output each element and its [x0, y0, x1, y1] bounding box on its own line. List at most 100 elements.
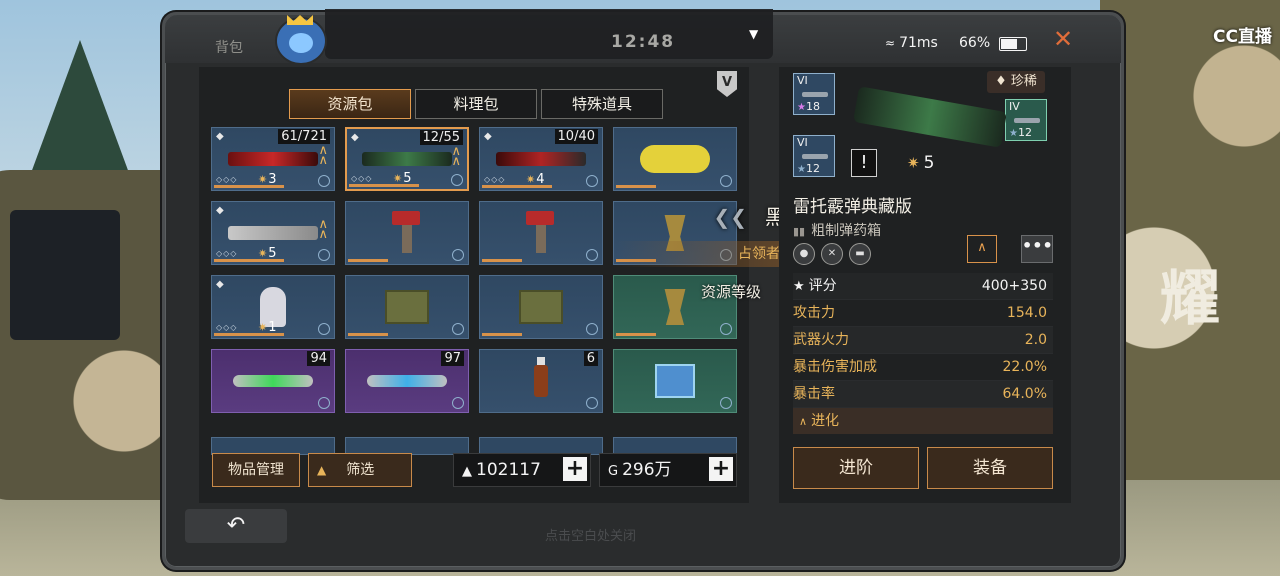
lock-icon	[318, 249, 330, 261]
item-image	[664, 215, 686, 251]
item-image	[367, 375, 447, 387]
lock-icon	[586, 175, 598, 187]
rarity-tag: ♦ 珍稀	[987, 71, 1045, 93]
inventory-item[interactable]	[345, 201, 469, 265]
star-icon: ★	[1009, 128, 1018, 139]
inventory-item[interactable]: 97	[345, 349, 469, 413]
network-status: ≈71ms	[885, 35, 938, 51]
tab-special-items[interactable]: 特殊道具	[541, 89, 663, 119]
item-image	[640, 145, 710, 173]
attachment-slot-3[interactable]: IV ★12	[1005, 99, 1047, 141]
inventory-item[interactable]	[345, 275, 469, 339]
bullet-icon: ▮▮	[793, 225, 806, 238]
durability-bar	[214, 259, 284, 262]
lock-icon	[452, 397, 464, 409]
item-image	[519, 290, 563, 324]
ammo-name: 粗制弹药箱	[811, 223, 882, 239]
ammo-type: ▮▮ 粗制弹药箱	[793, 220, 881, 240]
inventory-item[interactable]	[613, 275, 737, 339]
item-image	[385, 290, 429, 324]
attachment-icon	[802, 154, 828, 159]
quality-dots-icon: ◇◇◇	[351, 174, 373, 183]
attachment-icon	[1014, 118, 1040, 123]
inventory-item[interactable]: 6	[479, 349, 603, 413]
status-strip	[325, 9, 773, 59]
category-tabs: 资源包 料理包 特殊道具	[289, 89, 663, 119]
lock-icon	[452, 323, 464, 335]
stat-value: 22.0%	[1002, 359, 1047, 375]
trait-icons: ● ✕ ▬	[793, 243, 871, 265]
diamond-icon: ◆	[351, 132, 359, 143]
filter-label: 筛选	[346, 462, 375, 478]
stat-label: 攻击力	[793, 305, 835, 321]
trait-icon[interactable]: ●	[793, 243, 815, 265]
stat-value: 154.0	[1006, 305, 1047, 321]
item-count: 61/721	[278, 129, 330, 144]
dropdown-triangle-icon[interactable]: ▼	[749, 27, 758, 41]
inventory-item[interactable]	[479, 275, 603, 339]
item-image	[664, 289, 686, 325]
evolve-icon[interactable]: ∧	[967, 235, 997, 263]
tab-cooking-pack[interactable]: 料理包	[415, 89, 537, 119]
advance-button[interactable]: 进阶	[793, 447, 919, 489]
inventory-item[interactable]: ◆◇◇◇10/404	[479, 127, 603, 191]
lock-icon	[586, 397, 598, 409]
tab-resource-pack[interactable]: 资源包	[289, 89, 411, 119]
stat-row: 暴击伤害加成 22.0%	[793, 354, 1053, 381]
quality-dots-icon: ◇◇◇	[216, 323, 238, 332]
durability-bar	[214, 185, 284, 188]
inventory-item[interactable]	[613, 127, 737, 191]
exclaim-icon[interactable]: !	[851, 149, 877, 177]
inventory-item[interactable]	[479, 201, 603, 265]
diamond-icon: ◆	[216, 131, 224, 142]
lock-icon	[720, 323, 732, 335]
add-gold-button[interactable]: +	[709, 457, 733, 481]
helicopter-right: 耀	[1100, 0, 1280, 480]
attachment-icon	[802, 92, 828, 97]
diamond-icon: ◆	[484, 131, 492, 142]
star-icon: ★	[797, 164, 806, 175]
more-button[interactable]: •••	[1021, 235, 1053, 263]
tab-backpack[interactable]: 背包	[215, 37, 243, 57]
trait-icon[interactable]: ✕	[821, 243, 843, 265]
slot-star: ★18	[797, 100, 820, 113]
item-manage-button[interactable]: 物品管理	[212, 453, 300, 487]
gun-trait-icon[interactable]: ▬	[849, 243, 871, 265]
attachment-slot-1[interactable]: VI ★18	[793, 73, 835, 115]
crown-icon	[287, 15, 313, 25]
back-button[interactable]: ↶	[185, 509, 287, 543]
lock-icon	[720, 397, 732, 409]
durability-bar	[348, 259, 388, 262]
evolve-row[interactable]: ∧ 进化	[793, 408, 1053, 434]
inventory-item[interactable]: ◆◇◇◇61/7213∧∧	[211, 127, 335, 191]
add-silver-button[interactable]: +	[563, 457, 587, 481]
equip-button[interactable]: 装备	[927, 447, 1053, 489]
rarity-label: 珍稀	[1010, 74, 1037, 89]
inventory-item[interactable]	[613, 349, 737, 413]
close-hint: 点击空白处关闭	[545, 529, 637, 544]
top-bar: 背包 12:48 ▼ ≈71ms 66% ✕	[165, 9, 1121, 65]
slot-roman: VI	[797, 74, 808, 87]
inventory-item[interactable]: ◆◇◇◇5∧∧	[211, 201, 335, 265]
currency-gold: G 296万 +	[599, 453, 737, 487]
close-x-icon[interactable]: ✕	[1053, 27, 1073, 51]
inventory-item[interactable]: ◆◇◇◇1	[211, 275, 335, 339]
lock-icon	[451, 174, 463, 186]
durability-bar	[616, 185, 656, 188]
inventory-item[interactable]: 94	[211, 349, 335, 413]
durability-bar	[214, 333, 284, 336]
filter-button[interactable]: ▲ 筛选	[308, 453, 412, 487]
ping-value: 71ms	[899, 35, 938, 51]
avatar[interactable]	[275, 15, 327, 65]
helicopter-emblem: 耀	[1160, 264, 1220, 334]
durability-bar	[616, 259, 656, 262]
weapon-level: 5	[907, 153, 935, 173]
inventory-item[interactable]	[613, 201, 737, 265]
cc-watermark: CC直播	[1213, 27, 1272, 47]
diamond-icon: ◆	[216, 205, 224, 216]
lock-icon	[720, 175, 732, 187]
lock-icon	[318, 397, 330, 409]
inventory-item[interactable]: ◆◇◇◇12/555∧∧	[345, 127, 469, 191]
attachment-slot-2[interactable]: VI ★12	[793, 135, 835, 177]
weapon-name: 雷托霰弹典藏版	[793, 197, 912, 217]
